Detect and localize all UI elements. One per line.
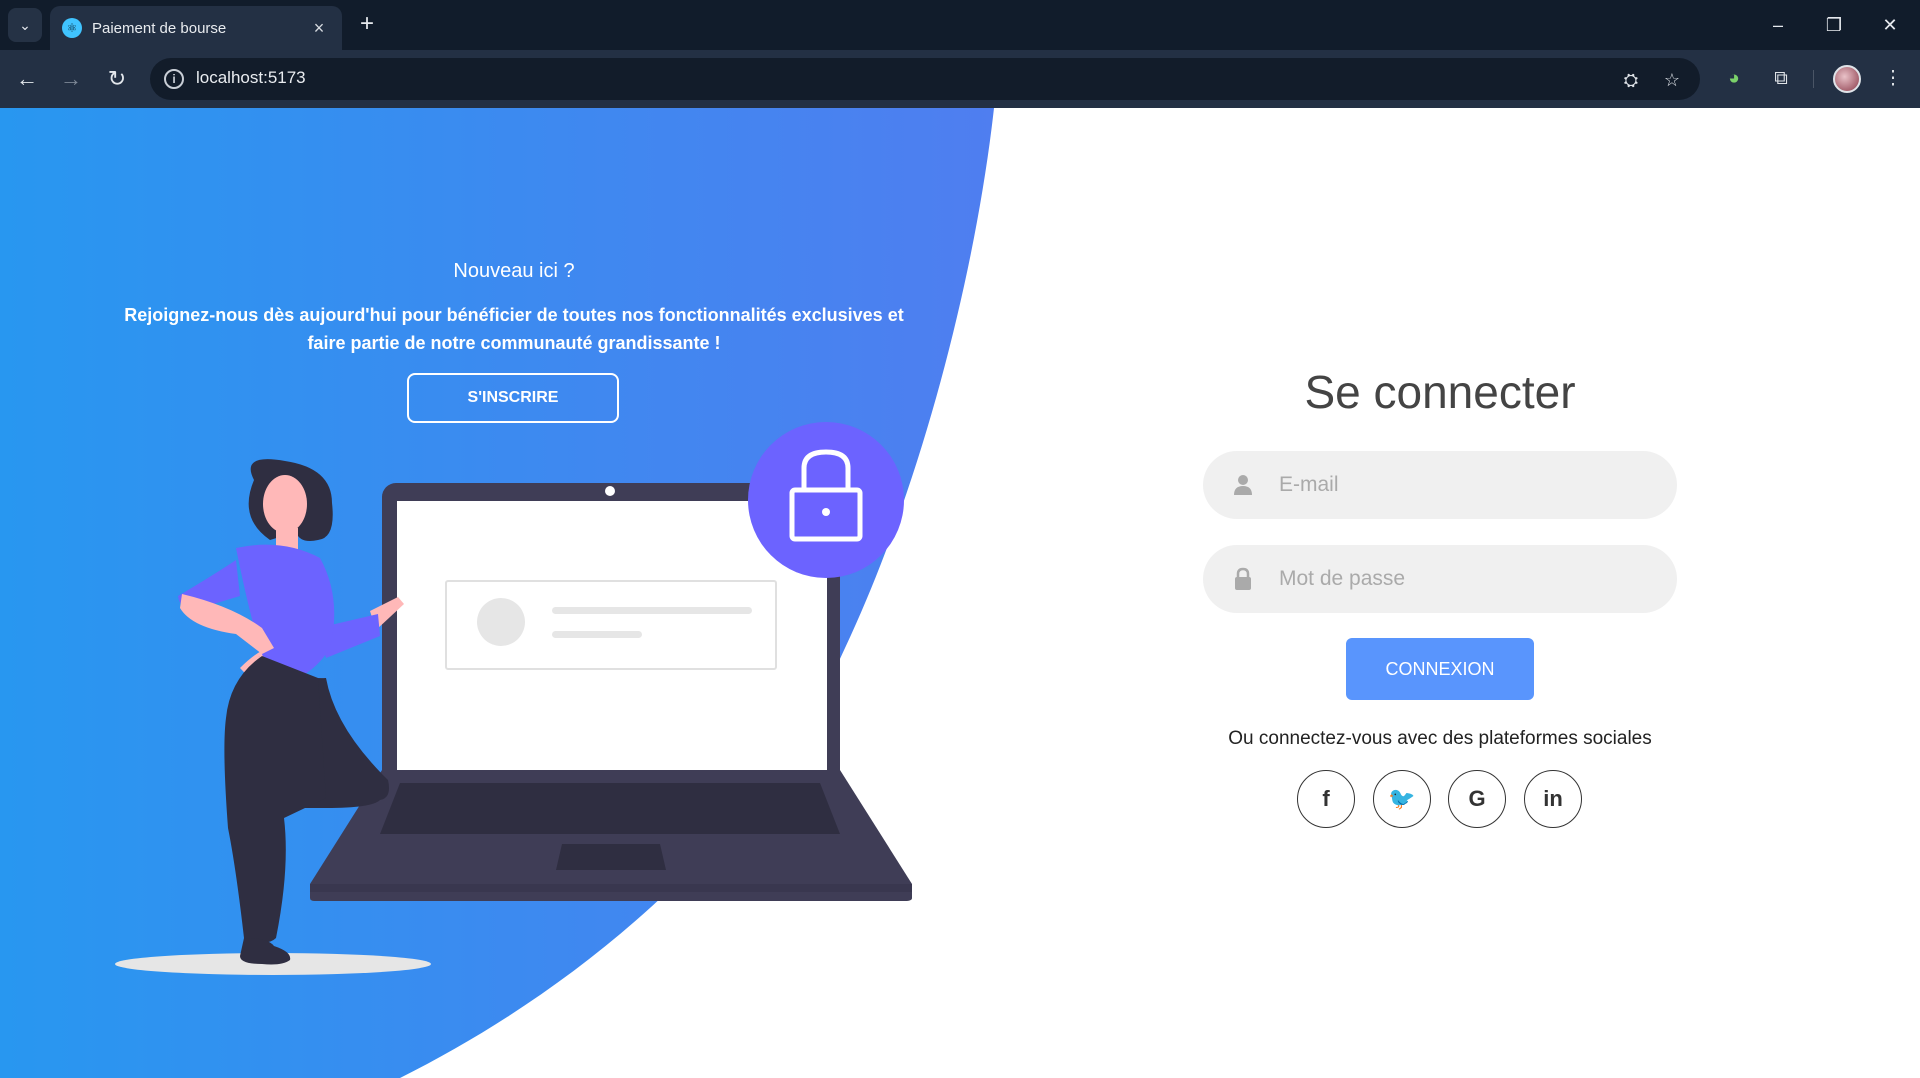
twitter-icon[interactable]: 🐦 [1373,770,1431,828]
browser-tab[interactable]: ⚛ Paiement de bourse × [50,6,342,50]
lock-icon [1235,567,1251,590]
info-icon[interactable]: i [164,69,184,89]
toolbar-separator [1813,70,1814,88]
avatar[interactable] [1833,65,1861,93]
close-icon[interactable]: × [308,18,330,39]
browser-toolbar: ← → ↻ i localhost:5173 ⛭ ☆ ◕ ⧉ ⋮ [0,50,1920,108]
user-icon [1234,475,1252,495]
login-button[interactable]: CONNEXION [1346,638,1534,700]
login-form: Se connecter CONNEXION Ou connectez-vous… [1150,108,1730,1078]
plus-icon[interactable]: + [352,10,382,40]
url-text: localhost:5173 [196,68,306,87]
tab-title: Paiement de bourse [92,19,227,37]
email-field [1203,451,1677,519]
forward-arrow-icon[interactable]: → [56,64,86,94]
email-input[interactable] [1279,451,1659,519]
restore-icon[interactable]: ❐ [1816,10,1852,40]
translate-icon[interactable]: ⛭ [1618,67,1644,93]
social-login-text: Ou connectez-vous avec des plateformes s… [1228,728,1652,749]
tab-list-icon[interactable]: ⌄ [8,8,42,42]
star-icon[interactable]: ☆ [1659,67,1685,93]
promo-panel: Nouveau ici ? Rejoignez-nous dès aujourd… [0,108,1028,1078]
extension-icon[interactable]: ◕ [1719,64,1749,94]
back-arrow-icon[interactable]: ← [12,64,42,94]
facebook-icon[interactable]: f [1297,770,1355,828]
page-viewport: Nouveau ici ? Rejoignez-nous dès aujourd… [0,108,1920,1078]
password-field [1203,545,1677,613]
more-vertical-icon[interactable]: ⋮ [1878,64,1908,94]
address-bar[interactable]: i localhost:5173 ⛭ ☆ [150,58,1700,100]
login-illustration [115,422,912,975]
password-input[interactable] [1279,545,1659,613]
puzzle-icon[interactable]: ⧉ [1766,64,1796,94]
social-buttons: f 🐦 G in [1297,770,1597,830]
lock-badge [748,422,904,578]
linkedin-icon[interactable]: in [1524,770,1582,828]
minimize-icon[interactable]: – [1760,10,1796,40]
browser-tab-strip: ⌄ ⚛ Paiement de bourse × + – ❐ ✕ [0,0,1920,50]
reload-icon[interactable]: ↻ [102,64,132,94]
react-favicon-icon: ⚛ [62,18,82,38]
google-icon[interactable]: G [1448,770,1506,828]
login-title: Se connecter [1304,366,1576,418]
window-close-icon[interactable]: ✕ [1872,10,1908,40]
